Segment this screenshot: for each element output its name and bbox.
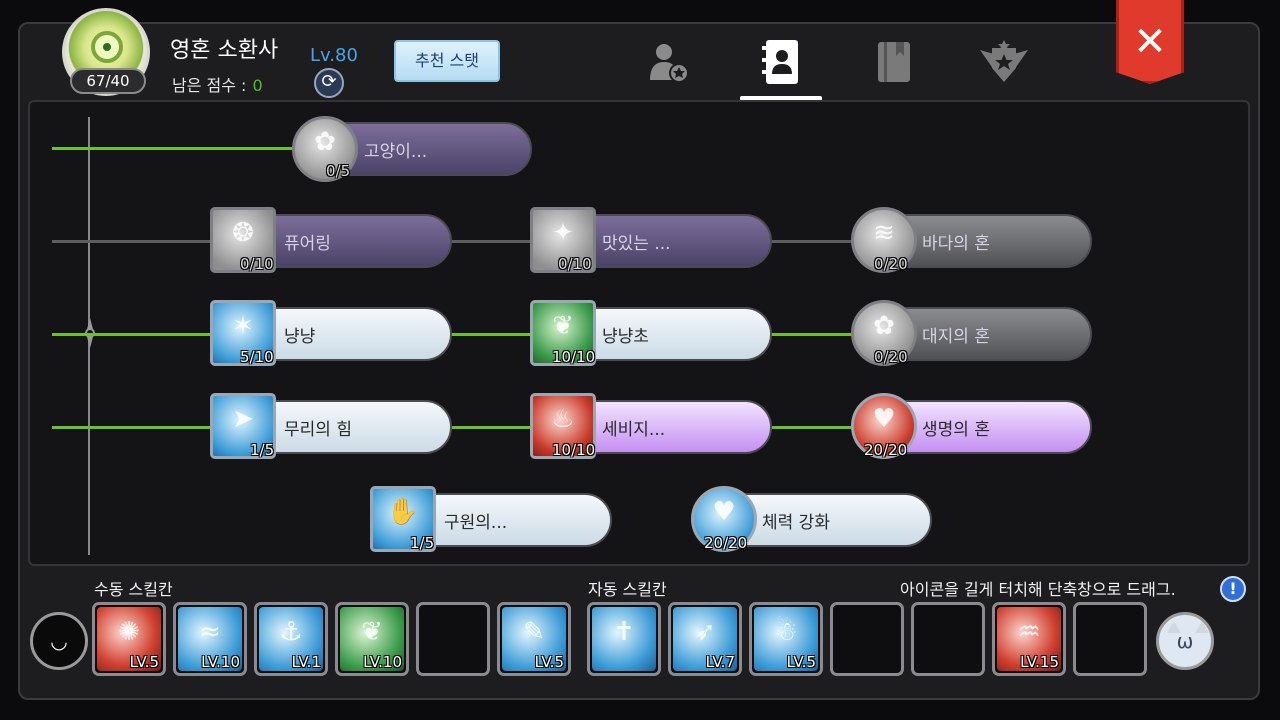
remaining-points-label: 남은 점수 : [172,76,247,95]
skill-name: 생명의 혼 [922,420,990,440]
auto-skill-slot-empty[interactable] [1073,602,1147,676]
auto-skill-slot-empty[interactable] [911,602,985,676]
skill-count: 0/20 [874,348,908,366]
manual-skill-slot[interactable]: ≈ LV.10 [173,602,247,676]
close-button[interactable]: ✕ [1116,0,1184,84]
tab-character-star[interactable] [642,36,694,88]
tree-connector [450,333,532,336]
skill-count: 10/10 [552,348,596,366]
slot-level: LV.1 [291,653,321,671]
skill-name: 무리의 힘 [284,420,352,440]
skill-count: 5/10 [240,348,274,366]
slot-level: LV.10 [363,653,402,671]
slot-level: LV.5 [786,653,816,671]
tab-contact-book[interactable] [756,36,808,88]
slot-level: LV.15 [1020,653,1059,671]
manual-skill-slot[interactable]: ⚓ LV.1 [254,602,328,676]
level-label: Lv.80 [310,45,358,66]
skill-name: 냥냥초 [602,327,649,347]
skill-name: 퓨어링 [284,234,331,254]
tree-connector [450,240,532,243]
skill-count: 0/5 [326,162,351,180]
skill-name: 고양이... [364,142,428,162]
manual-skill-label: 수동 스킬칸 [94,580,173,599]
book-icon [878,42,910,82]
slot-level: LV.5 [534,653,564,671]
manual-skill-slot[interactable]: ❦ LV.10 [335,602,409,676]
skill-count: 1/5 [250,441,275,459]
class-name: 영혼 소환사 [170,38,279,63]
manual-skill-slot[interactable]: ✺ LV.5 [92,602,166,676]
slot-level: LV.5 [129,653,159,671]
skill-name: 냥냥 [284,327,316,347]
tab-book[interactable] [868,36,920,88]
black-cat-avatar-icon[interactable]: ◡ [30,612,88,670]
remaining-points-value: 0 [252,76,263,95]
auto-skill-slot[interactable]: ✝ [587,602,661,676]
slot-level: LV.10 [201,653,240,671]
tree-connector [770,426,852,429]
refresh-icon[interactable]: ⟳ [314,68,344,98]
info-icon[interactable]: ! [1220,576,1246,602]
skill-count: 0/10 [558,255,592,273]
close-icon: ✕ [1133,19,1167,65]
contact-book-icon [762,40,798,84]
skill-count: 0/20 [874,255,908,273]
emblem-star-icon [980,40,1028,82]
tree-connector [52,147,296,150]
manual-skill-slot[interactable]: ✎ LV.5 [497,602,571,676]
skill-name: 체력 강화 [762,513,830,533]
auto-skill-slot[interactable]: ♒ LV.15 [992,602,1066,676]
skill-name: 맛있는 ... [602,234,671,254]
header: 67/40 영혼 소환사 Lv.80 남은 점수 : 0 ⟳ 추천 스탯 ✕ [0,0,1280,101]
auto-skill-label: 자동 스킬칸 [588,580,667,599]
tree-connector [52,426,212,429]
skill-name: 바다의 혼 [922,234,990,254]
auto-skill-slot[interactable]: ➶ LV.7 [668,602,742,676]
recommend-stat-button[interactable]: 추천 스탯 [394,40,500,82]
tab-emblem-star[interactable] [978,36,1030,88]
skill-count: 0/10 [240,255,274,273]
character-star-icon [650,44,689,83]
skill-points-badge: 67/40 [70,68,146,94]
tree-connector [52,333,212,336]
skill-count: 1/5 [410,534,435,552]
tree-connector [450,426,532,429]
slot-level: LV.7 [705,653,735,671]
drag-hint-text: 아이콘을 길게 터치해 단축창으로 드래그. [900,580,1176,599]
auto-skill-slot[interactable]: ☃ LV.5 [749,602,823,676]
skill-count: 20/20 [864,441,908,459]
remaining-points: 남은 점수 : 0 [172,72,263,96]
white-cat-avatar-icon[interactable]: ω [1156,612,1214,670]
skill-count: 10/10 [552,441,596,459]
tree-connector [770,333,852,336]
skill-name: 대지의 혼 [922,327,990,347]
tree-connector [770,240,852,243]
auto-skill-slot-empty[interactable] [830,602,904,676]
skill-name: 구원의... [444,513,508,533]
tree-connector [52,240,212,243]
skill-name: 세비지... [602,420,666,440]
skill-count: 20/20 [704,534,748,552]
manual-skill-slot-empty[interactable] [416,602,490,676]
